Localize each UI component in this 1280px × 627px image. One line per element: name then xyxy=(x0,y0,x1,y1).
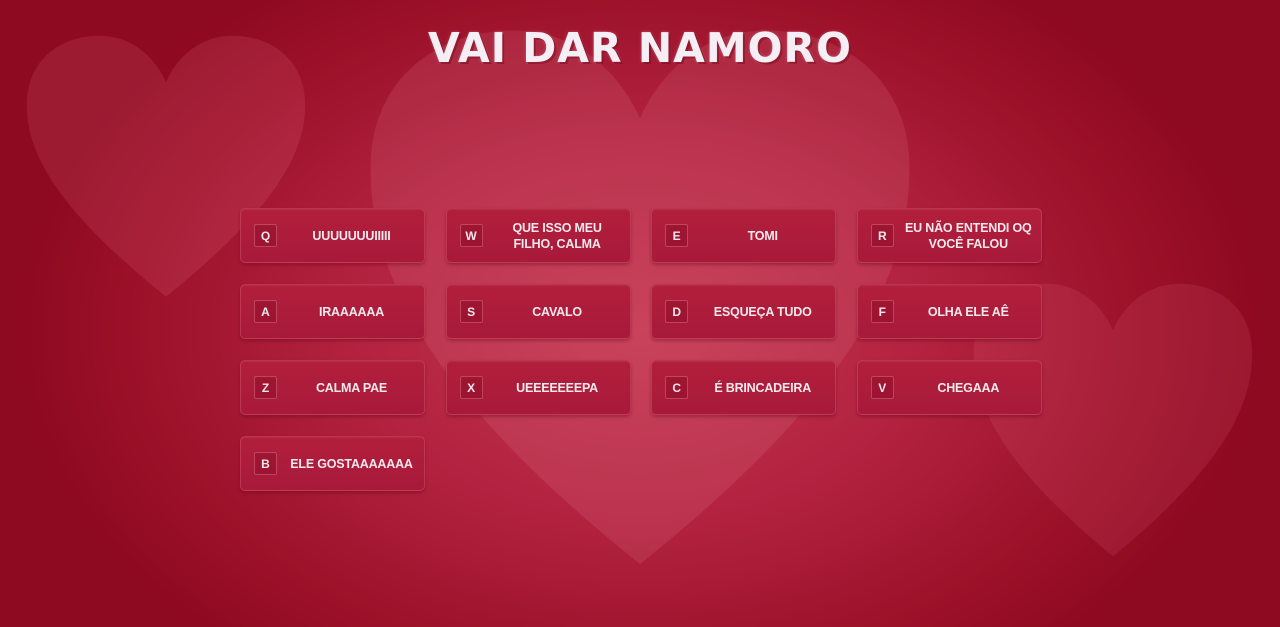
soundboard-grid: Q UUUUUUUIIIII W QUE ISSO MEU FILHO, CALMA E… xyxy=(240,208,1042,491)
sound-button-e[interactable]: E TOMI xyxy=(651,208,837,263)
sound-button-s[interactable]: S CAVALO xyxy=(445,284,631,339)
sound-button-v[interactable]: V CHEGAAA xyxy=(856,360,1042,415)
sound-button-f[interactable]: F OLHA ELE AÊ xyxy=(856,284,1042,339)
sound-button-w[interactable]: W QUE ISSO MEU FILHO, CALMA xyxy=(445,208,631,263)
sound-button-q[interactable]: Q UUUUUUUIIIII xyxy=(240,208,425,263)
sound-button-b[interactable]: B ELE GOSTAAAAAAA xyxy=(240,436,425,491)
sound-button-label: IRAAAAAA xyxy=(318,304,385,319)
key-badge: V xyxy=(870,376,894,399)
sound-button-label: ESQUEÇA TUDO xyxy=(713,304,812,319)
key-badge: E xyxy=(665,224,689,247)
sound-button-label: UEEEEEEEPA xyxy=(516,380,598,395)
sound-button-label: ELE GOSTAAAAAAA xyxy=(290,456,413,471)
sound-button-label: CALMA PAE xyxy=(315,380,388,395)
sound-button-label: OLHA ELE AÊ xyxy=(927,304,1009,319)
sound-button-z[interactable]: Z CALMA PAE xyxy=(240,360,425,415)
sound-button-label: UUUUUUUIIIII xyxy=(312,228,391,243)
sound-button-label: EU NÃO ENTENDI OQ VOCÊ FALOU xyxy=(905,220,1032,251)
sound-button-label: CHEGAAA xyxy=(937,380,1000,395)
key-badge: B xyxy=(254,452,277,475)
sound-button-label: QUE ISSO MEU FILHO, CALMA xyxy=(512,220,602,251)
key-badge: W xyxy=(459,224,483,247)
sound-button-x[interactable]: X UEEEEEEEPA xyxy=(445,360,631,415)
key-badge: D xyxy=(665,300,689,323)
key-badge: Q xyxy=(254,224,277,247)
sound-button-label: TOMI xyxy=(747,228,778,243)
page-title: VAI DAR NAMORO xyxy=(428,24,852,72)
key-badge: F xyxy=(870,300,894,323)
sound-button-c[interactable]: C É BRINCADEIRA xyxy=(651,360,837,415)
sound-button-r[interactable]: R EU NÃO ENTENDI OQ VOCÊ FALOU xyxy=(856,208,1042,263)
sound-button-d[interactable]: D ESQUEÇA TUDO xyxy=(651,284,837,339)
key-badge: X xyxy=(459,376,483,399)
sound-button-label: É BRINCADEIRA xyxy=(714,380,812,395)
key-badge: C xyxy=(665,376,689,399)
sound-button-a[interactable]: A IRAAAAAA xyxy=(240,284,425,339)
sound-button-label: CAVALO xyxy=(532,304,582,319)
key-badge: A xyxy=(254,300,277,323)
key-badge: Z xyxy=(254,376,277,399)
key-badge: S xyxy=(459,300,483,323)
key-badge: R xyxy=(870,224,894,247)
